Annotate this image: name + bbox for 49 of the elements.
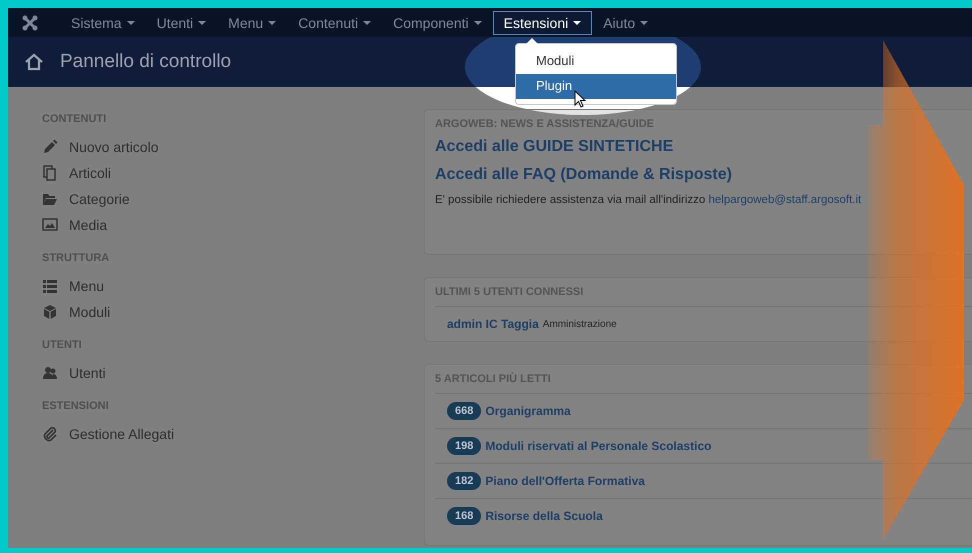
caret-icon (363, 20, 372, 24)
folder-icon (42, 191, 58, 207)
email-link[interactable]: helpargoweb@staff.argosoft.it (708, 194, 862, 206)
hits-badge: 198 (447, 437, 482, 455)
article-link[interactable]: Risorse della Scuola (485, 509, 603, 523)
caret-icon (573, 20, 582, 24)
hits-badge: 182 (447, 472, 482, 490)
caret-icon (126, 20, 135, 24)
caret-icon (474, 20, 482, 24)
sidebar-link[interactable]: Menu (69, 278, 104, 294)
user-role: Amministrazione (542, 318, 617, 330)
nav-menu-item[interactable]: Contenuti (287, 10, 382, 34)
sidebar-link[interactable]: Articoli (69, 165, 112, 181)
caret-icon (198, 20, 206, 24)
nav-menu-item[interactable]: Componenti (382, 10, 493, 34)
article-link[interactable]: Piano dell'Offerta Formativa (485, 474, 645, 488)
dropdown-item[interactable]: Plugin (516, 74, 676, 99)
guide-link[interactable]: Accedi alle GUIDE SINTETICHE (435, 138, 674, 156)
sidebar-link[interactable]: Nuovo articolo (69, 139, 158, 155)
dropdown-item[interactable]: Moduli (516, 49, 676, 74)
sidebar-link[interactable]: Categorie (69, 191, 130, 207)
user-link[interactable]: admin IC Taggia (447, 317, 539, 331)
nav-menu-item[interactable]: Sistema (60, 10, 146, 34)
nav-menu-item[interactable]: Menu (217, 10, 288, 34)
nav-menu-item[interactable]: Aiuto (592, 10, 660, 34)
nav-menu-item[interactable]: Utenti (146, 10, 218, 34)
caret-icon (640, 20, 648, 24)
sidebar-link[interactable]: Gestione Allegati (69, 426, 174, 442)
nav-menu-item[interactable]: Estensioni (492, 10, 592, 34)
support-text: E' possibile richiedere assistenza via mail all'indirizzo helpargoweb@staff.argosoft.it (435, 194, 862, 206)
list-icon (42, 278, 58, 294)
sidebar-link[interactable]: Moduli (69, 304, 110, 320)
caret-icon (268, 20, 276, 24)
sidebar-link[interactable]: Utenti (69, 365, 106, 381)
guide-link[interactable]: Accedi alle FAQ (Domande & Risposte) (435, 166, 732, 184)
users-icon (42, 365, 58, 381)
copy-icon (42, 165, 58, 181)
logo-icon[interactable] (22, 14, 38, 30)
home-icon (24, 53, 44, 71)
hits-badge: 668 (447, 402, 482, 420)
article-link[interactable]: Organigramma (485, 404, 571, 418)
article-link[interactable]: Moduli riservati al Personale Scolastico (485, 439, 712, 453)
paperclip-icon (42, 426, 58, 442)
pencil-icon (42, 139, 58, 155)
sidebar-link[interactable]: Media (69, 217, 108, 233)
hits-badge: 168 (447, 507, 482, 525)
cube-icon (42, 304, 58, 320)
image-icon (42, 217, 58, 233)
page-title: Pannello di controllo (60, 51, 232, 73)
